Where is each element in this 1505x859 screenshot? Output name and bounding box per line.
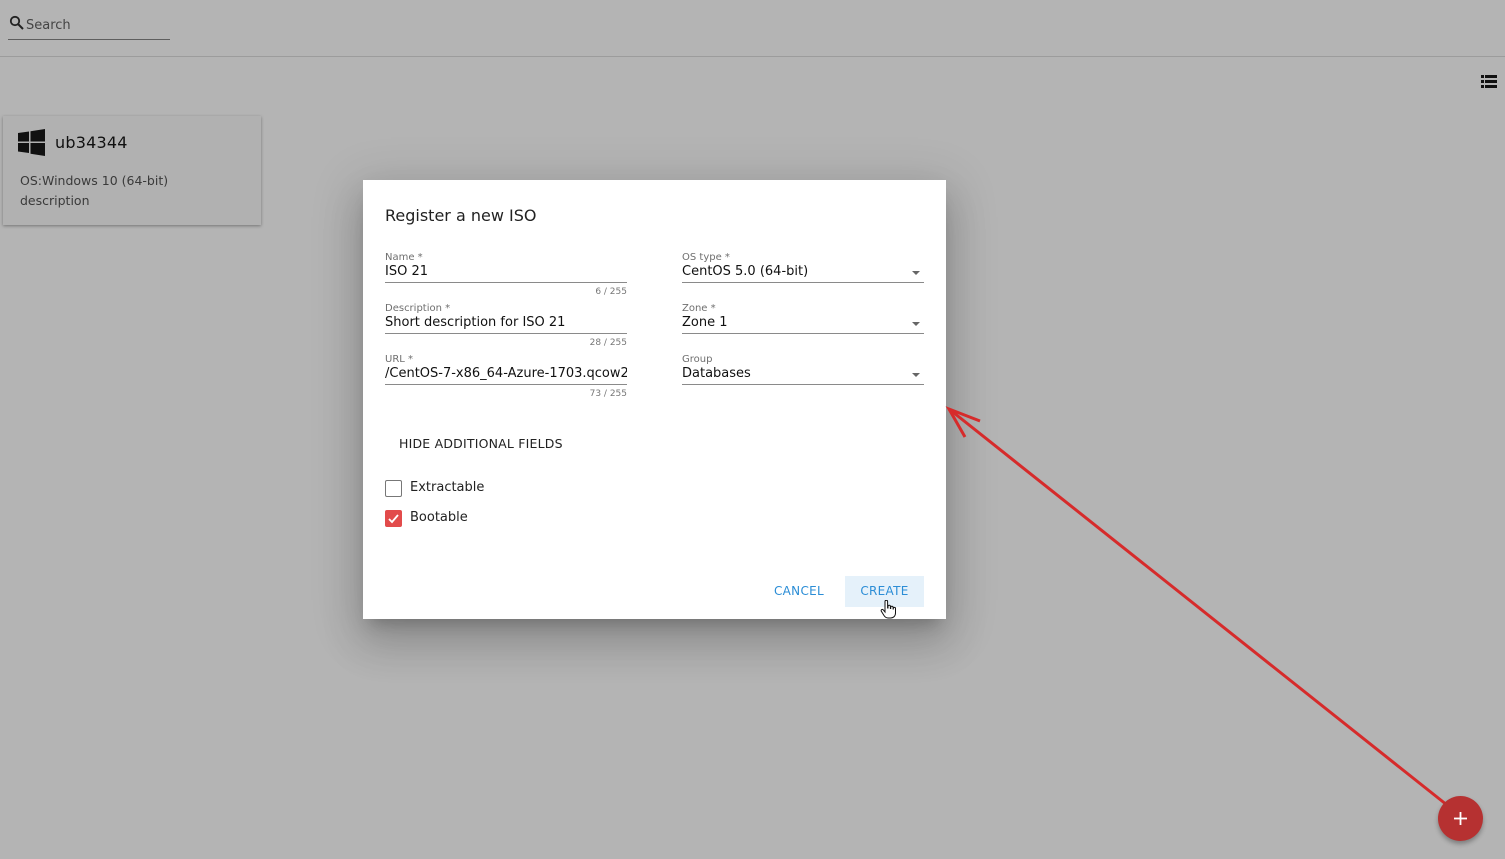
list-view-icon[interactable] — [1481, 75, 1497, 89]
cancel-button[interactable]: CANCEL — [767, 576, 831, 607]
zone-label: Zone * — [682, 303, 716, 314]
chevron-down-icon[interactable] — [912, 373, 920, 377]
iso-card[interactable]: ub34344 OS:Windows 10 (64-bit) descripti… — [3, 116, 261, 225]
description-counter: 28 / 255 — [589, 338, 627, 348]
group-label: Group — [682, 354, 713, 365]
os-type-value[interactable]: CentOS 5.0 (64-bit) — [682, 264, 924, 279]
search-input[interactable] — [26, 18, 166, 33]
url-input[interactable]: /CentOS-7-x86_64-Azure-1703.qcow2 — [385, 366, 627, 381]
group-underline — [682, 384, 924, 385]
windows-logo-icon — [18, 129, 45, 156]
extractable-checkbox[interactable] — [385, 480, 402, 497]
name-counter: 6 / 255 — [595, 287, 627, 297]
zone-underline — [682, 333, 924, 334]
name-label: Name * — [385, 252, 423, 263]
url-counter: 73 / 255 — [589, 389, 627, 399]
hand-cursor-icon — [880, 600, 896, 619]
zone-value[interactable]: Zone 1 — [682, 315, 924, 330]
top-toolbar — [0, 0, 1505, 57]
plus-icon — [1454, 812, 1467, 825]
group-value[interactable]: Databases — [682, 366, 924, 381]
description-underline — [385, 333, 627, 334]
description-label: Description * — [385, 303, 451, 314]
search-box[interactable] — [8, 14, 170, 40]
card-os: OS:Windows 10 (64-bit) — [20, 173, 169, 188]
url-underline — [385, 384, 627, 385]
url-label: URL * — [385, 354, 414, 365]
checkmark-icon — [388, 514, 399, 524]
extractable-label[interactable]: Extractable — [410, 480, 484, 495]
card-description: description — [20, 193, 90, 208]
os-type-label: OS type * — [682, 252, 730, 263]
hide-additional-fields-button[interactable]: HIDE ADDITIONAL FIELDS — [399, 436, 563, 451]
bootable-label[interactable]: Bootable — [410, 510, 468, 525]
chevron-down-icon[interactable] — [912, 322, 920, 326]
name-underline — [385, 282, 627, 283]
bootable-checkbox[interactable] — [385, 510, 402, 527]
os-type-underline — [682, 282, 924, 283]
add-iso-button[interactable] — [1438, 796, 1483, 841]
name-input[interactable]: ISO 21 — [385, 264, 627, 279]
dialog-title: Register a new ISO — [385, 206, 537, 225]
search-icon — [9, 15, 24, 30]
description-input[interactable]: Short description for ISO 21 — [385, 315, 627, 330]
register-iso-dialog: Register a new ISO Name * ISO 21 6 / 255… — [363, 180, 946, 619]
card-title: ub34344 — [55, 133, 128, 152]
chevron-down-icon[interactable] — [912, 271, 920, 275]
